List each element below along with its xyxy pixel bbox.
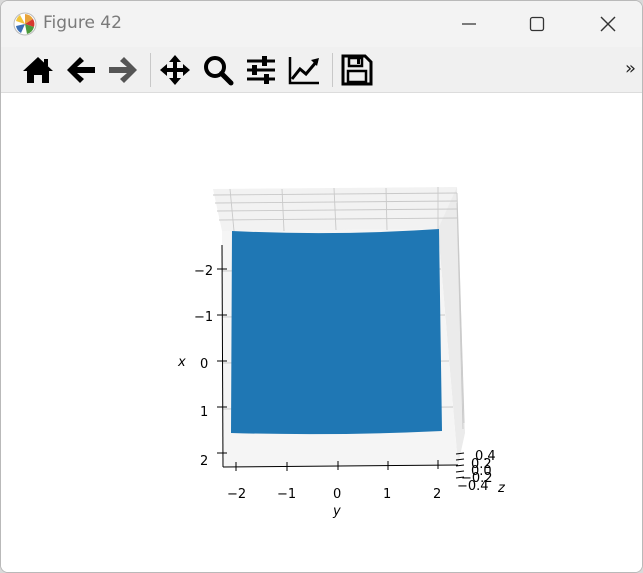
y-tick-label: −2 — [227, 487, 246, 502]
toolbar-overflow-button[interactable]: » — [625, 58, 636, 79]
y-axis-label: y — [332, 504, 341, 519]
pan-button[interactable] — [158, 54, 192, 86]
x-tick-label: 1 — [200, 405, 208, 420]
home-button[interactable] — [21, 54, 55, 86]
zoom-button[interactable] — [201, 54, 235, 86]
maximize-button[interactable] — [524, 11, 550, 37]
toolbar-separator — [150, 53, 151, 87]
y-tick-label: 2 — [433, 487, 441, 502]
z-tick-label: −0.4 — [457, 479, 489, 494]
figure-window: Figure 42 » −2 −1 0 1 2 x −2 −1 0 1 2 y … — [0, 0, 643, 573]
forward-button[interactable] — [106, 54, 140, 86]
y-tick-label: 0 — [333, 487, 341, 502]
x-axis-label: x — [177, 355, 186, 370]
surface-plot — [231, 229, 442, 435]
floppy-disk-icon — [341, 54, 373, 86]
matplotlib-logo-icon — [13, 12, 37, 36]
figure-canvas[interactable]: −2 −1 0 1 2 x −2 −1 0 1 2 y 0.4 0.2 0.0 … — [1, 93, 642, 572]
arrow-right-icon — [109, 57, 137, 83]
magnifier-icon — [204, 56, 234, 86]
window-title: Figure 42 — [43, 13, 122, 33]
configure-subplots-button[interactable] — [244, 54, 278, 86]
x-tick-label: 0 — [200, 357, 208, 372]
title-bar[interactable]: Figure 42 — [1, 1, 642, 47]
x-tick-label: 2 — [200, 454, 208, 469]
edit-axes-button[interactable] — [287, 54, 321, 86]
z-axis-label: z — [497, 481, 506, 496]
x-tick-label: −1 — [194, 310, 213, 325]
minimize-button[interactable] — [456, 11, 482, 37]
close-icon — [600, 16, 616, 32]
minimize-icon — [462, 23, 476, 25]
arrow-left-icon — [67, 57, 95, 83]
x-tick-label: −2 — [194, 264, 213, 279]
back-button[interactable] — [64, 54, 98, 86]
plot-3d[interactable]: −2 −1 0 1 2 x −2 −1 0 1 2 y 0.4 0.2 0.0 … — [1, 93, 642, 572]
sliders-icon — [247, 56, 275, 84]
navigation-toolbar: » — [1, 47, 642, 93]
save-button[interactable] — [340, 54, 374, 86]
maximize-icon — [529, 16, 545, 32]
home-icon — [23, 57, 53, 83]
toolbar-separator — [332, 53, 333, 87]
close-button[interactable] — [595, 11, 621, 37]
line-chart-icon — [288, 57, 319, 85]
y-tick-label: −1 — [277, 487, 296, 502]
y-tick-label: 1 — [383, 487, 391, 502]
move-icon — [160, 55, 190, 85]
